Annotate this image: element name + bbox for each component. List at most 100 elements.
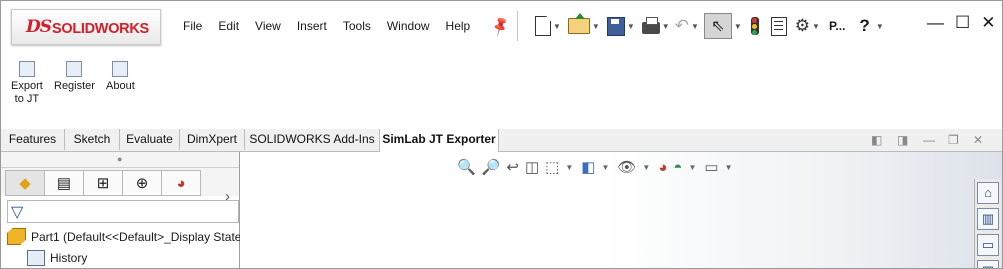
maximize-icon[interactable]: ☐ <box>955 13 970 33</box>
view-palette-icon[interactable]: ▦ <box>977 260 999 268</box>
file-explorer-icon[interactable]: ▭ <box>977 234 999 256</box>
tab-dimxpert[interactable]: DimXpert <box>180 129 245 150</box>
menu-tools[interactable]: Tools <box>343 19 371 33</box>
history-label: History <box>50 251 88 265</box>
doc-restore-icon[interactable]: ❐ <box>948 133 959 147</box>
panel-grip[interactable]: ● <box>1 152 239 168</box>
display-style-dropdown[interactable]: ▼ <box>601 163 609 172</box>
view-orientation-dropdown[interactable]: ▼ <box>565 163 573 172</box>
tab-simlab-jt-exporter[interactable]: SimLab JT Exporter <box>379 129 499 152</box>
feature-manager-tabs: ◆ ▤ ⊞ ⊕ ◕ › <box>1 168 239 205</box>
menu-edit[interactable]: Edit <box>218 19 239 33</box>
undo-dropdown-arrow[interactable]: ▼ <box>691 22 699 31</box>
minimize-icon[interactable]: — <box>927 13 944 33</box>
apply-scene-icon[interactable]: ◓ <box>673 159 682 176</box>
menu-help[interactable]: Help <box>446 19 471 33</box>
hide-show-dropdown[interactable]: ▼ <box>642 163 650 172</box>
menu-insert[interactable]: Insert <box>297 19 327 33</box>
options-dropdown-arrow[interactable]: ▼ <box>812 22 820 31</box>
save-dropdown-arrow[interactable]: ▼ <box>627 22 635 31</box>
tab-evaluate[interactable]: Evaluate <box>120 129 180 150</box>
help-icon[interactable]: ? <box>859 16 869 36</box>
export-to-jt-button[interactable]: Export to JT <box>11 61 43 106</box>
tree-filter-input[interactable]: ▽ <box>7 200 239 223</box>
previous-view-icon[interactable]: ↩ <box>506 158 519 176</box>
rebuild-traffic-light-icon[interactable] <box>750 17 759 35</box>
new-document-icon[interactable] <box>535 16 551 36</box>
print-icon[interactable] <box>641 17 660 34</box>
part-icon <box>7 228 26 245</box>
solidworks-resources-home-icon[interactable]: ⌂ <box>977 182 999 204</box>
solidworks-logo[interactable]: DS SOLIDWORKS <box>11 9 161 45</box>
toolbar-separator <box>517 11 518 41</box>
export-jt-icon <box>18 61 35 77</box>
view-orientation-icon[interactable]: ⬚ <box>545 158 559 176</box>
configurationmanager-icon[interactable]: ⊞ <box>83 170 123 196</box>
export-to-jt-label: Export to JT <box>11 80 43 105</box>
ds-logo-mark: DS <box>26 17 52 37</box>
doc-close-icon[interactable]: ✕ <box>973 133 983 147</box>
doc-minimize-icon[interactable]: — <box>923 133 935 147</box>
print-dropdown-arrow[interactable]: ▼ <box>662 22 670 31</box>
register-icon <box>66 61 83 77</box>
title-bar: DS SOLIDWORKS File Edit View Insert Tool… <box>1 1 1002 53</box>
part-label: Part1 (Default<<Default>_Display State <box>31 229 242 244</box>
displaymanager-icon[interactable]: ◕ <box>161 170 201 196</box>
help-dropdown-arrow[interactable]: ▼ <box>876 22 884 31</box>
close-icon[interactable]: ✕ <box>981 13 995 33</box>
register-button[interactable]: Register <box>54 61 95 93</box>
menu-bar: File Edit View Insert Tools Window Help <box>183 19 486 33</box>
about-label: About <box>106 80 135 92</box>
view-settings-dropdown[interactable]: ▼ <box>725 163 733 172</box>
tile-left-icon[interactable]: ◧ <box>871 133 882 147</box>
save-icon[interactable] <box>606 16 625 36</box>
new-dropdown-arrow[interactable]: ▼ <box>553 22 561 31</box>
select-dropdown-arrow[interactable]: ▼ <box>734 22 742 31</box>
tab-sketch[interactable]: Sketch <box>65 129 120 150</box>
options-gear-icon[interactable]: ⚙ <box>795 16 810 36</box>
about-icon <box>112 61 129 77</box>
file-properties-icon[interactable] <box>770 16 787 36</box>
heads-up-view-toolbar: 🔍 🔎 ↩ ◫ ⬚ ▼ ◧ ▼ 👁 ▼ ◕ ◓ ▼ ▭ ▼ <box>457 158 740 177</box>
undo-icon[interactable]: ↶ <box>675 16 689 36</box>
hide-show-items-icon[interactable]: 👁 <box>617 158 636 176</box>
logo-text: SOLIDWORKS <box>52 21 149 37</box>
featuremanager-tree-icon[interactable]: ◆ <box>5 170 45 196</box>
task-pane: ⌂ ▥ ▭ ▦ <box>974 179 1001 268</box>
about-button[interactable]: About <box>106 61 135 93</box>
zoom-to-fit-icon[interactable]: 🔍 <box>457 158 476 176</box>
tile-right-icon[interactable]: ◨ <box>897 133 908 147</box>
propertymanager-icon[interactable]: ▤ <box>44 170 84 196</box>
ribbon-panel: Export to JT Register About <box>1 53 1002 129</box>
grip-dot-icon: ● <box>117 154 123 164</box>
command-manager-tabs: Features Sketch Evaluate DimXpert SOLIDW… <box>1 129 1002 152</box>
window-controls: — ☐ ✕ <box>927 13 996 33</box>
section-view-icon[interactable]: ◫ <box>525 158 539 176</box>
filter-funnel-icon: ▽ <box>11 204 24 221</box>
menu-file[interactable]: File <box>183 19 202 33</box>
register-label: Register <box>54 80 95 92</box>
dimxpertmanager-icon[interactable]: ⊕ <box>122 170 162 196</box>
select-cursor-icon[interactable]: ⇖ <box>703 13 732 39</box>
tree-item-history[interactable]: History <box>27 250 87 266</box>
view-settings-icon[interactable]: ▭ <box>704 158 718 176</box>
history-icon <box>27 250 45 266</box>
search-commands-short[interactable]: P... <box>829 19 845 33</box>
feature-manager-panel: ● ◆ ▤ ⊞ ⊕ ◕ › ▽ Part1 (Default<<Default>… <box>1 152 241 268</box>
zoom-to-area-icon[interactable]: 🔎 <box>482 158 501 176</box>
quick-access-toolbar: ▼ ▼ ▼ ▼ ↶ ▼ ⇖ ▼ ⚙ ▼ P... ? ▼ <box>535 13 887 39</box>
menu-window[interactable]: Window <box>387 19 430 33</box>
open-folder-icon[interactable] <box>567 13 590 34</box>
design-library-icon[interactable]: ▥ <box>977 208 999 230</box>
apply-scene-dropdown[interactable]: ▼ <box>688 163 696 172</box>
graphics-area[interactable]: 🔍 🔎 ↩ ◫ ⬚ ▼ ◧ ▼ 👁 ▼ ◕ ◓ ▼ ▭ ▼ <box>240 152 1002 268</box>
tab-solidworks-add-ins[interactable]: SOLIDWORKS Add-Ins <box>245 129 380 150</box>
solidworks-window: DS SOLIDWORKS File Edit View Insert Tool… <box>0 0 1003 269</box>
open-dropdown-arrow[interactable]: ▼ <box>592 22 600 31</box>
display-style-icon[interactable]: ◧ <box>581 158 595 176</box>
pin-menu-icon[interactable]: 📌 <box>489 15 513 38</box>
tab-features[interactable]: Features <box>1 129 65 150</box>
tree-item-part[interactable]: Part1 (Default<<Default>_Display State <box>7 228 241 245</box>
menu-view[interactable]: View <box>255 19 281 33</box>
edit-appearance-icon[interactable]: ◕ <box>658 159 667 176</box>
